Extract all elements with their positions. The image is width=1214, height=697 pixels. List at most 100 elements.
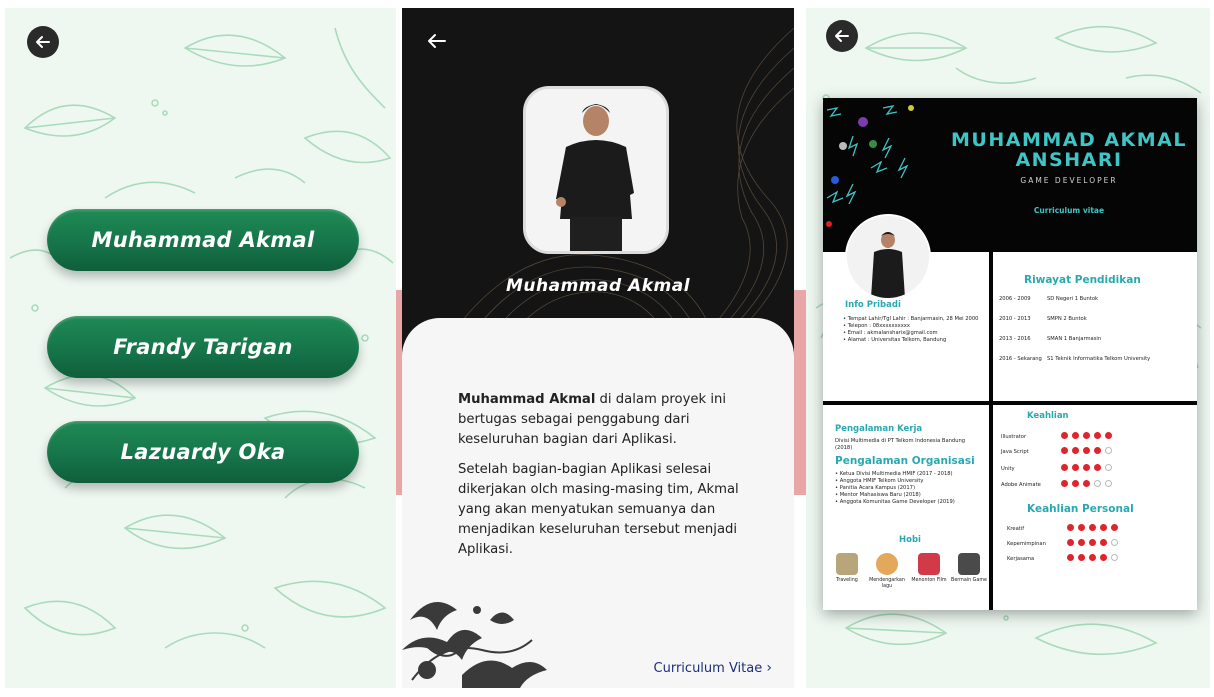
rating-dot [1105,432,1112,439]
cv-organization-list: • Ketua Divisi Multimedia HMIF (2017 - 2… [835,471,983,506]
cv-skill-rating [1061,480,1112,487]
cv-personal-skills-title: Keahlian Personal [1027,503,1134,515]
cv-education-school: SMAN 1 Banjarmasin [1047,336,1102,342]
cv-name-line-1: MUHAMMAD AKMAL [951,129,1187,151]
curriculum-vitae-screen: MUHAMMAD AKMAL ANSHARI GAME DEVELOPER Cu… [806,8,1210,688]
cv-info-title: Info Pribadi [845,300,901,310]
cv-hobby-label: Traveling [836,578,858,583]
cv-organization-item: • Anggota HMIF Telkom University [835,478,924,484]
curriculum-vitae-link[interactable]: Curriculum Vitae › [654,660,772,676]
profile-photo [523,86,669,254]
cv-info-item: • Telepon : 08xxxxxxxxxx [843,323,910,329]
cv-hobby-item: Bermain Game [949,553,989,584]
rating-dot [1089,539,1096,546]
arrow-left-icon [428,34,446,48]
rating-dot [1078,539,1085,546]
rating-dot [1094,464,1101,471]
cv-organization-item: • Panitia Acara Kampus (2017) [835,485,915,491]
cv-work-text: Divisi Multimedia di PT Telkom Indonesia… [835,438,966,451]
rating-dot [1094,480,1101,487]
member-button-frandy-tarigan[interactable]: Frandy Tarigan [47,316,359,378]
cv-education-title: Riwayat Pendidikan [1024,274,1141,286]
rating-dot [1067,539,1074,546]
cv-row-divider [823,401,1197,405]
rating-dot [1100,554,1107,561]
cv-skill-name: Unity [1001,466,1015,472]
cv-work-title: Pengalaman Kerja [835,424,923,434]
cv-subtitle: Curriculum vitae [1033,206,1105,215]
description-paragraph-1: Muhammad Akmal di dalam proyek ini bertu… [458,390,758,450]
cv-hobby-title: Hobi [899,535,921,545]
cv-education-row: 2006 - 2009 SD Negeri 1 Buntok [999,296,1194,303]
cv-hobby-item: Menonton Film [909,553,949,584]
rating-dot [1072,480,1079,487]
cv-name-line-2: ANSHARI [1015,149,1123,171]
rating-dot [1083,432,1090,439]
cv-info-item: • Alamat : Universitas Telkom, Bandung [843,337,947,343]
member-button-muhammad-akmal[interactable]: Muhammad Akmal [47,209,359,271]
rating-dot [1100,524,1107,531]
cv-education-school: S1 Teknik Informatika Telkom University [1047,356,1151,362]
headphones-icon [876,553,898,575]
rating-dot [1083,447,1090,454]
rating-dot [1111,539,1118,546]
cv-skill-name: Adobe Animate [1001,482,1041,488]
team-selection-screen: Muhammad Akmal Frandy Tarigan Lazuardy O… [5,8,396,688]
cv-education-row: 2013 - 2016 SMAN 1 Banjarmasin [999,336,1194,343]
rating-dot [1067,524,1074,531]
gamepad-icon [958,553,980,575]
movie-ticket-icon [918,553,940,575]
cv-skill-name: Illustrator [1001,434,1027,440]
profile-header: Muhammad Akmal [402,8,794,348]
cv-hobby-item: Mendengarkan lagu [867,553,907,590]
cv-organization-title: Pengalaman Organisasi [835,455,975,467]
rating-dot [1111,554,1118,561]
cv-info-item: • Email : akmalansharix@gmail.com [843,330,938,336]
rating-dot [1089,554,1096,561]
cv-education-year: 2016 - Sekarang [999,356,1042,362]
cv-skills-title: Keahlian [1027,411,1069,421]
description-name-bold: Muhammad Akmal [458,392,596,407]
cv-education-school: SD Negeri 1 Buntok [1047,296,1099,302]
arrow-left-icon [835,30,849,42]
rating-dot [1072,447,1079,454]
rating-dot [1072,464,1079,471]
cv-document: MUHAMMAD AKMAL ANSHARI GAME DEVELOPER Cu… [823,98,1197,610]
rating-dot [1083,480,1090,487]
rating-dot [1061,464,1068,471]
cv-name: MUHAMMAD AKMAL ANSHARI [941,130,1197,170]
cv-info-list: • Tempat Lahir/Tgl Lahir : Banjarmasin, … [843,316,983,344]
cv-personal-skill-name: Kepemimpinan [1007,541,1046,547]
member-profile-screen: Muhammad Akmal Muhammad Akmal di dalam p… [402,8,794,688]
cv-skill-rating [1061,447,1112,454]
arrow-left-icon [36,36,50,48]
cv-personal-skill-rating [1067,539,1118,546]
cv-organization-item: • Anggota Komunitas Game Developer (2019… [835,499,955,505]
cv-education-school: SMPN 2 Buntok [1047,316,1087,322]
person-illustration [526,89,666,251]
cv-education-year: 2013 - 2016 [999,336,1031,342]
rating-dot [1072,432,1079,439]
cv-column-divider [989,252,993,610]
rating-dot [1094,447,1101,454]
rating-dot [1061,432,1068,439]
cv-skill-rating [1061,464,1112,471]
back-button[interactable] [27,26,59,58]
cv-organization-item: • Ketua Divisi Multimedia HMIF (2017 - 2… [835,471,953,477]
chevron-right-icon: › [766,660,772,676]
cv-info-item: • Tempat Lahir/Tgl Lahir : Banjarmasin, … [843,316,979,322]
rating-dot [1067,554,1074,561]
cv-personal-skill-name: Kerjasama [1007,556,1035,562]
curriculum-vitae-label: Curriculum Vitae [653,661,763,676]
rating-dot [1061,447,1068,454]
screenshot-collage: Muhammad Akmal Frandy Tarigan Lazuardy O… [0,0,1214,697]
cv-hobby-label: Mendengarkan lagu [869,578,905,589]
rating-dot [1094,432,1101,439]
rating-dot [1105,447,1112,454]
cv-personal-skill-name: Kreatif [1007,526,1025,532]
back-button[interactable] [826,20,858,52]
member-button-lazuardy-oka[interactable]: Lazuardy Oka [47,421,359,483]
cv-education-year: 2010 - 2013 [999,316,1031,322]
back-button[interactable] [426,30,450,54]
rating-dot [1061,480,1068,487]
